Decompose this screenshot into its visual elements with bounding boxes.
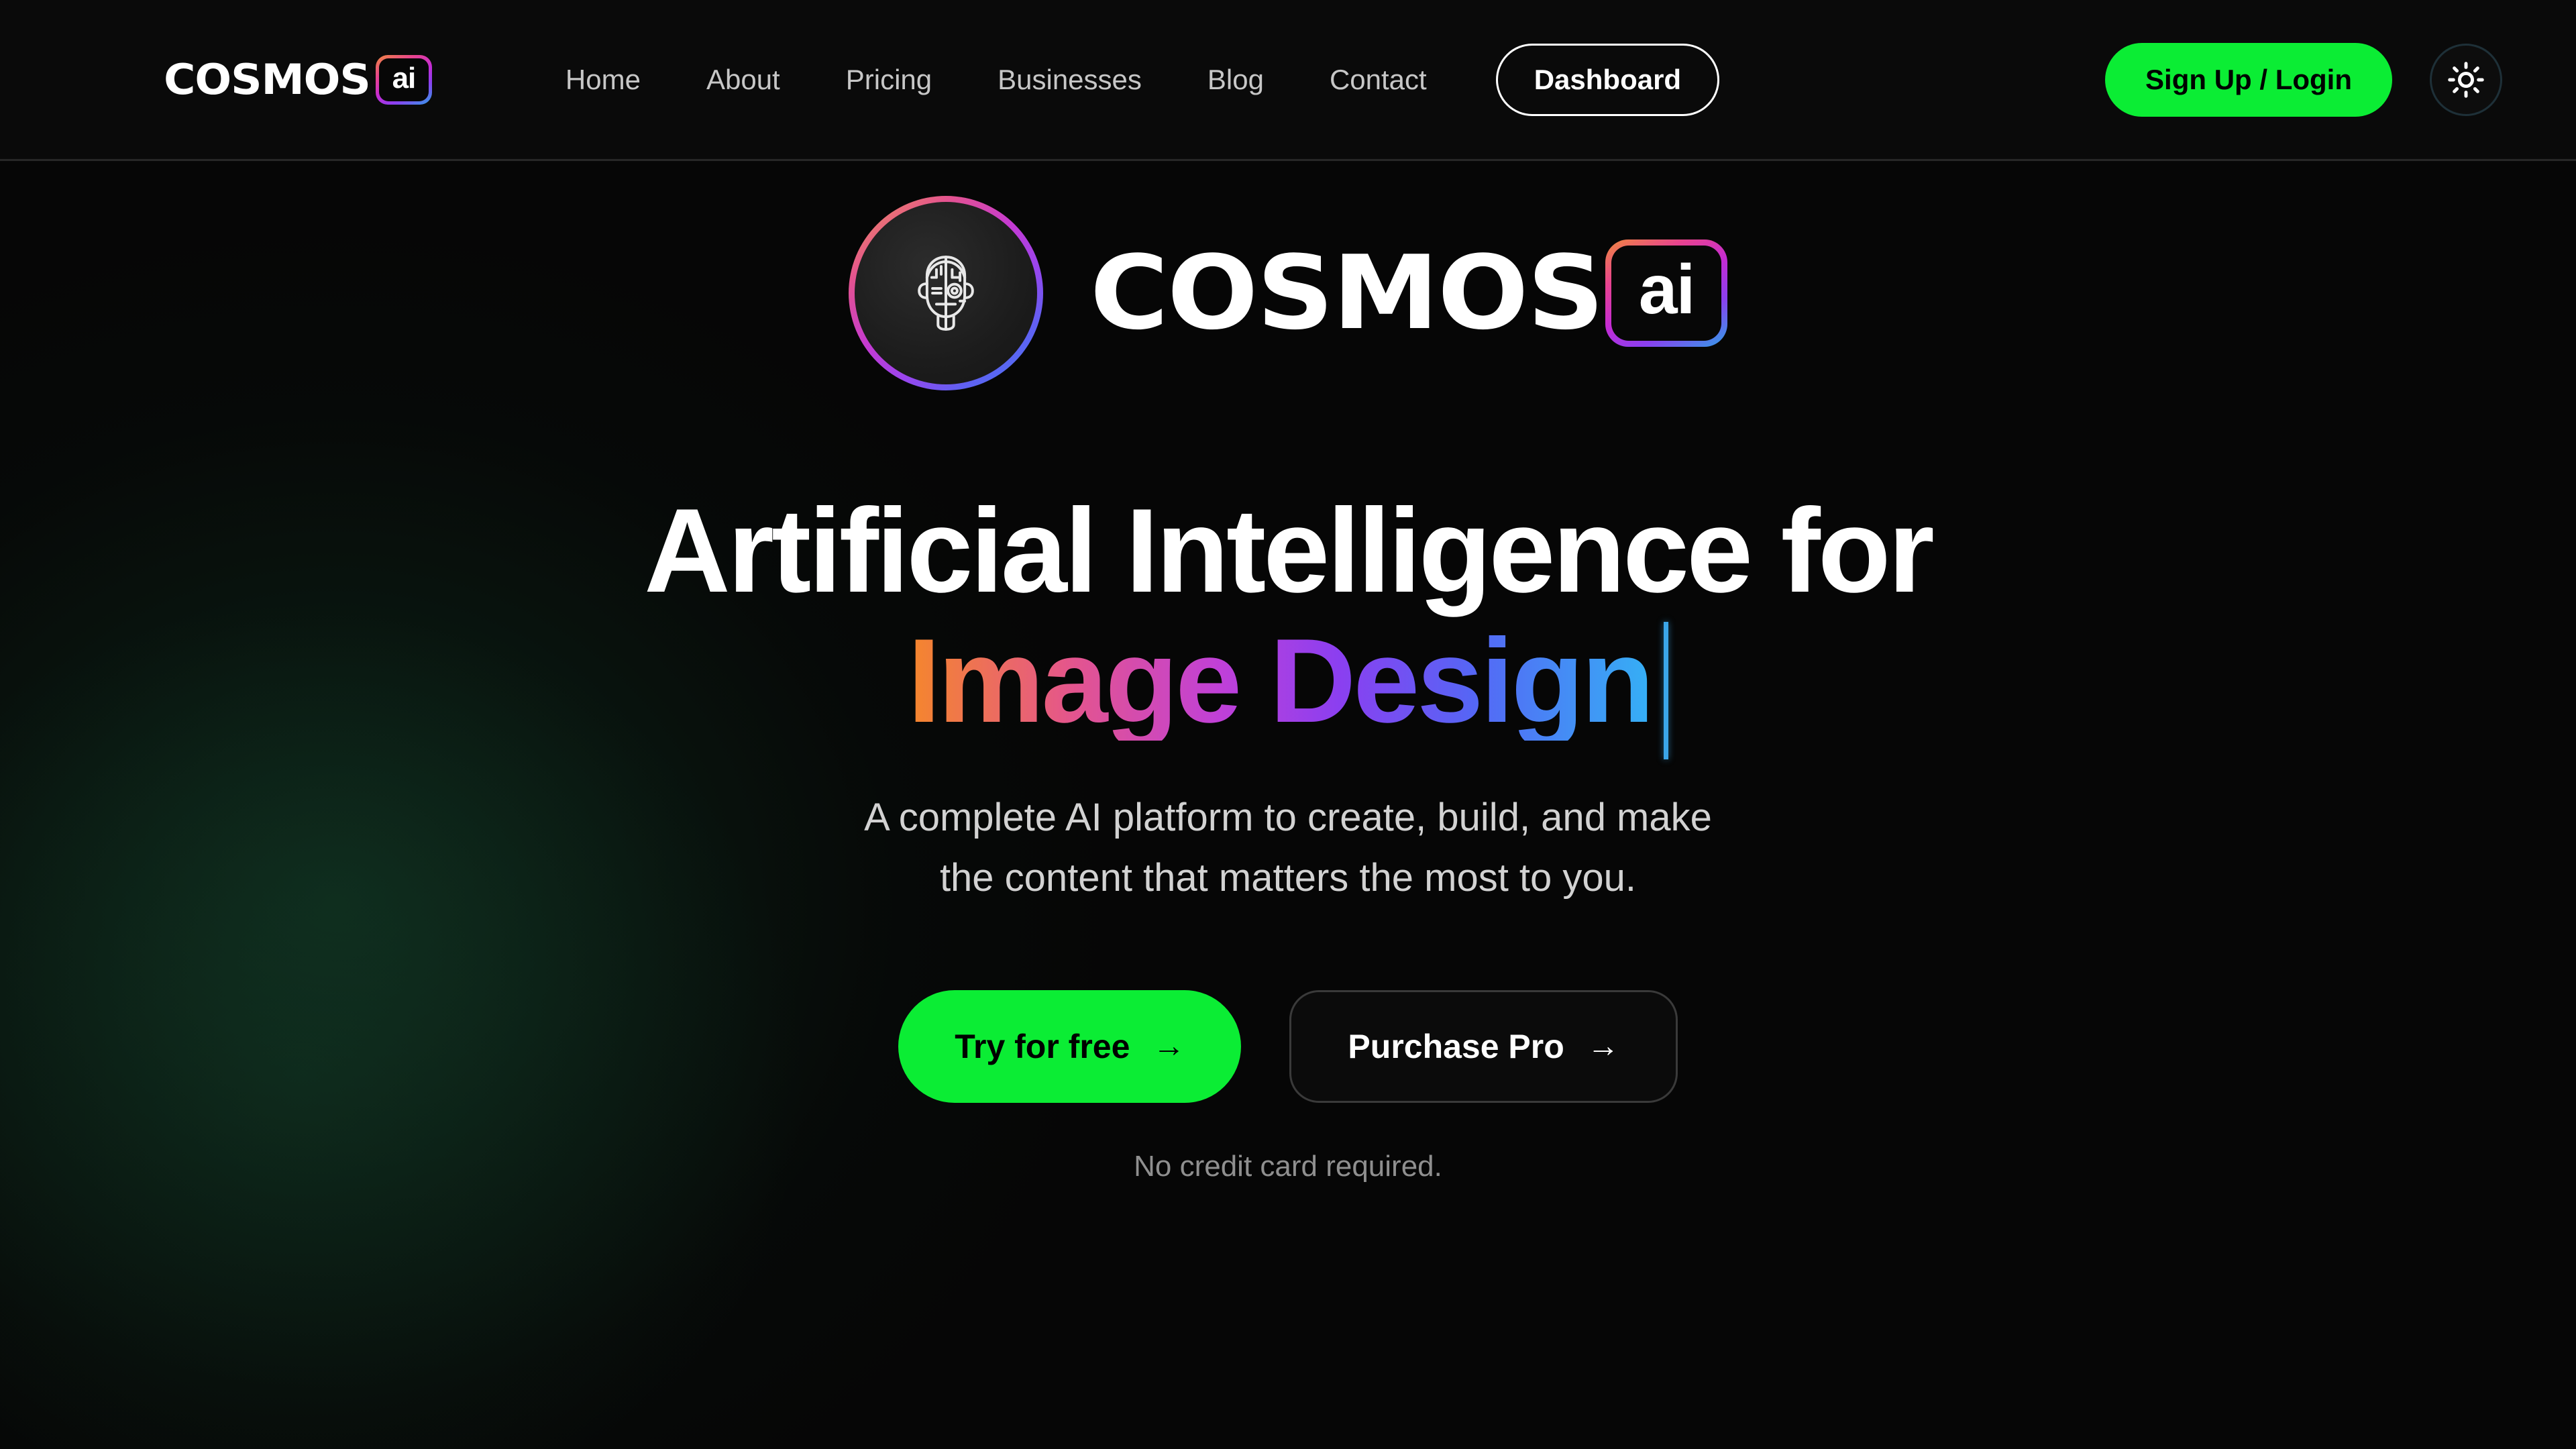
hero-logo-wordmark: COSMOS [1089,233,1605,352]
header-logo-ai-text: ai [378,58,429,101]
ai-face-icon [918,256,974,331]
signup-login-button[interactable]: Sign Up / Login [2105,42,2392,117]
hero-logo-ai-badge: ai [1605,239,1728,347]
nav-item-blog[interactable]: Blog [1175,65,1297,94]
hero-wordmark-group: COSMOS ai [1090,239,1728,347]
nav-item-pricing[interactable]: Pricing [813,65,965,94]
sun-icon [2448,61,2484,98]
header-logo[interactable]: COSMOS ai [164,54,432,105]
hero-headline-line-2-row: Image Design [907,614,1669,759]
hero-headline-line-2: Image Design [907,614,1654,747]
hero-logo-ai-text: ai [1611,246,1722,341]
hero-cta-row: Try for free → Purchase Pro → [898,989,1678,1103]
typing-cursor [1664,621,1669,759]
hero-logo-mark-inner [854,202,1037,384]
nav-item-contact[interactable]: Contact [1297,65,1460,94]
header-actions: Sign Up / Login [2105,42,2502,117]
nav-item-home[interactable]: Home [533,65,674,94]
main-navigation: Home About Pricing Businesses Blog Conta… [533,43,1720,116]
header-logo-ai-badge: ai [375,54,432,105]
hero-subtitle-line-2: the content that matters the most to you… [939,855,1637,900]
hero-subtitle: A complete AI platform to create, build,… [864,788,1712,908]
no-credit-card-note: No credit card required. [1134,1149,1442,1183]
dashboard-button[interactable]: Dashboard [1495,43,1720,116]
header-logo-wordmark: COSMOS [164,54,371,104]
try-for-free-label: Try for free [955,1027,1130,1065]
hero-section: COSMOS ai Artificial Intelligence for Im… [0,161,2576,1449]
purchase-pro-button[interactable]: Purchase Pro → [1289,989,1678,1103]
theme-toggle-button[interactable] [2430,43,2502,116]
purchase-pro-label: Purchase Pro [1348,1027,1564,1065]
landing-page: COSMOS ai Home About Pricing Businesses … [0,0,2576,1449]
nav-item-about[interactable]: About [674,65,813,94]
hero-subtitle-line-1: A complete AI platform to create, build,… [864,796,1712,839]
hero-logo-lockup: COSMOS ai [848,196,1728,390]
hero-logo-mark [848,196,1043,390]
try-for-free-button[interactable]: Try for free → [898,989,1242,1103]
hero-headline-line-1: Artificial Intelligence for [644,484,1935,617]
site-header: COSMOS ai Home About Pricing Businesses … [0,0,2576,161]
arrow-right-icon: → [1152,1028,1185,1064]
arrow-right-icon: → [1587,1028,1619,1064]
nav-item-businesses[interactable]: Businesses [965,65,1175,94]
